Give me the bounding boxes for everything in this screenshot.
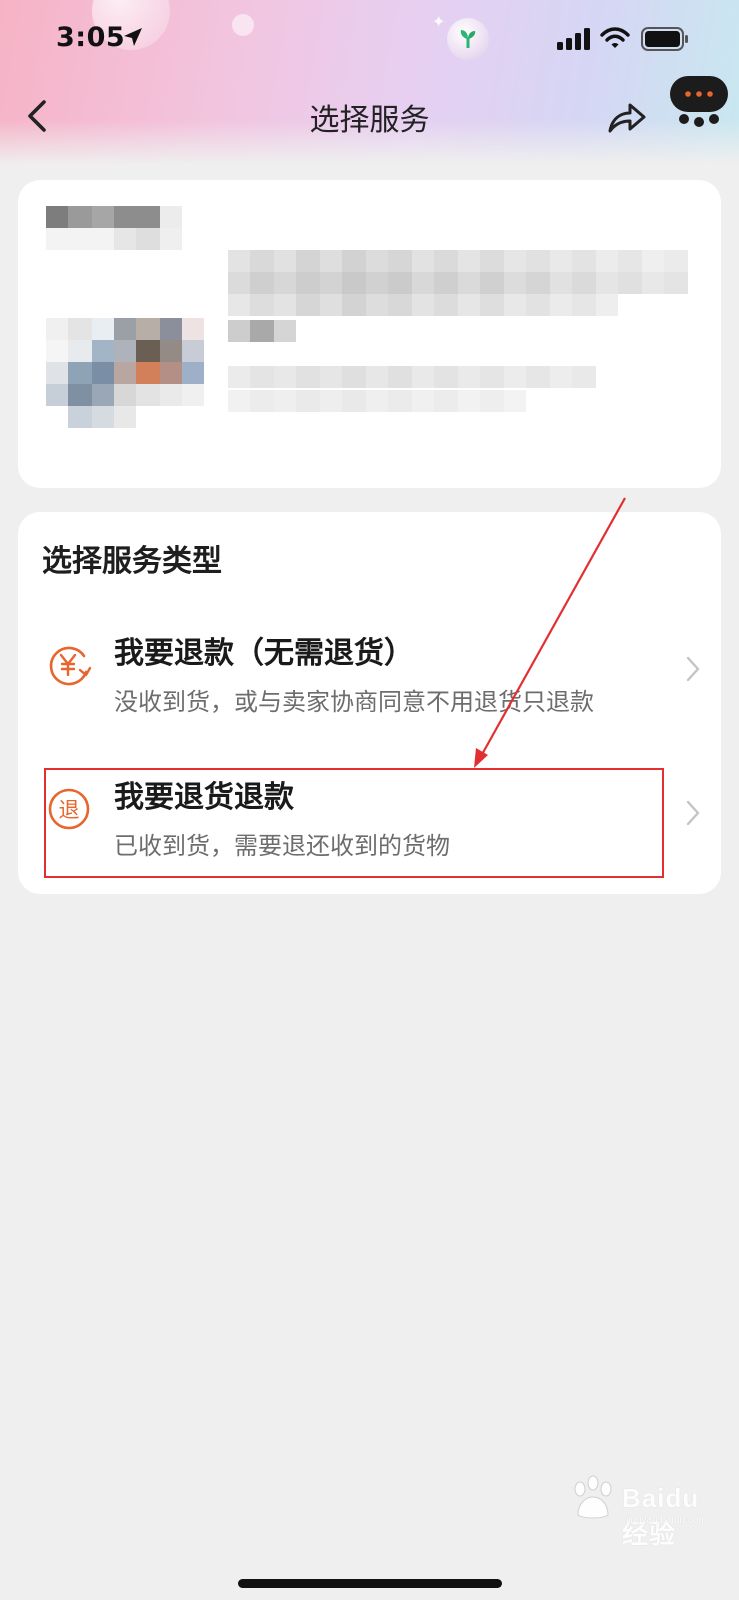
- screen: ✦ 3:05 选择服务 选择服务类型 我要退款（无需退货） 没收到货，或与卖家协…: [0, 0, 739, 1600]
- battery-icon: [641, 27, 688, 51]
- section-title: 选择服务类型: [42, 544, 222, 579]
- chevron-right-icon: [686, 656, 700, 682]
- yen-refund-icon: [49, 646, 92, 686]
- decor-bubble: [232, 14, 254, 36]
- wifi-icon: [600, 27, 630, 48]
- status-time: 3:05: [56, 22, 126, 53]
- cellular-signal-icon: [557, 28, 590, 50]
- chevron-right-icon: [686, 800, 700, 826]
- option-description: 没收到货，或与卖家协商同意不用退货只退款: [114, 688, 594, 716]
- baidu-watermark: Baidu经验 jingyan.baidu.com: [566, 1475, 716, 1549]
- paw-logo-icon: [574, 1475, 612, 1519]
- more-chat-icon[interactable]: [668, 74, 730, 128]
- home-indicator[interactable]: [238, 1579, 502, 1588]
- watermark-url: jingyan.baidu.com: [626, 1515, 707, 1526]
- product-card[interactable]: [18, 180, 721, 488]
- sprout-badge-icon: [447, 18, 489, 60]
- refund-only-option[interactable]: 我要退款（无需退货） 没收到货，或与卖家协商同意不用退货只退款: [26, 612, 713, 730]
- option-title: 我要退款（无需退货）: [114, 636, 414, 671]
- annotation-highlight-box: [44, 768, 664, 878]
- share-icon[interactable]: [604, 95, 648, 139]
- sparkle-icon: ✦: [432, 12, 446, 31]
- location-arrow-icon: [124, 28, 142, 46]
